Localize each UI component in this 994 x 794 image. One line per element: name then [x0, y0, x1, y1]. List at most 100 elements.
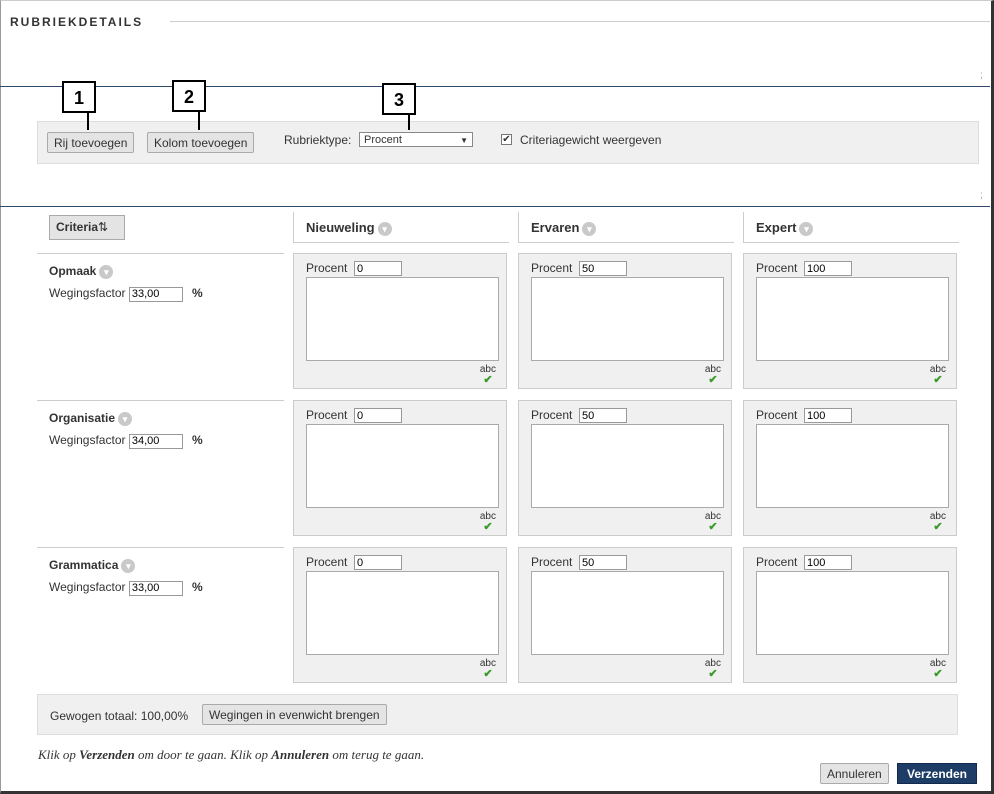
submit-button[interactable]: Verzenden	[897, 763, 977, 784]
hint-text: om door te gaan. Klik op	[134, 747, 272, 762]
percent-input[interactable]	[579, 555, 627, 570]
cell-label: Procent	[306, 555, 348, 569]
percent-input[interactable]	[354, 261, 402, 276]
weight-row: Wegingsfactor	[49, 286, 183, 302]
percent-input[interactable]	[579, 261, 627, 276]
spellcheck-icon[interactable]: abc ✔	[705, 659, 721, 680]
criterion-name[interactable]: Opmaak ▾	[49, 264, 114, 279]
title-divider	[170, 21, 990, 22]
weighted-total-value: 100,00%	[140, 709, 189, 723]
rubric-type-select[interactable]: Procent ▼	[359, 132, 473, 147]
cell-label: Procent	[306, 408, 348, 422]
column-header-1[interactable]: Ervaren ▾	[531, 220, 597, 236]
description-textarea[interactable]	[531, 424, 724, 508]
spellcheck-icon[interactable]: abc ✔	[930, 365, 946, 386]
chevron-down-icon[interactable]: ▾	[99, 264, 114, 279]
weight-input[interactable]	[128, 580, 183, 596]
callout-3-pointer	[408, 114, 410, 130]
rubric-type-value: Procent	[364, 134, 402, 146]
description-textarea[interactable]	[306, 277, 499, 361]
rubric-cell: Procent abc✔	[518, 547, 732, 683]
column-divider	[293, 212, 294, 242]
chevron-down-icon[interactable]: ▾	[121, 558, 136, 573]
rubric-cell: Procent abc✔	[293, 253, 507, 389]
spellcheck-icon[interactable]: abc ✔	[480, 659, 496, 680]
weighted-total: Gewogen totaal: 100,00%	[50, 709, 188, 723]
cell-label: Procent	[531, 555, 573, 569]
section-title: RUBRIEKDETAILS	[10, 15, 144, 29]
row-divider	[37, 253, 284, 254]
chevron-down-icon[interactable]: ▾	[377, 221, 392, 236]
criteria-sort-button[interactable]: Criteria⇅	[49, 215, 125, 240]
column-header-0[interactable]: Nieuweling ▾	[306, 220, 392, 236]
percent-input[interactable]	[579, 408, 627, 423]
percent-sign: %	[192, 286, 203, 300]
column-header-2[interactable]: Expert ▾	[756, 220, 814, 236]
rubric-cell: Procent abc✔	[293, 547, 507, 683]
row-divider	[37, 547, 284, 548]
rubric-cell: Procent abc✔	[518, 253, 732, 389]
add-row-button[interactable]: Rij toevoegen	[47, 132, 135, 153]
description-textarea[interactable]	[531, 277, 724, 361]
weight-label: Wegingsfactor	[49, 580, 126, 594]
column-underline	[293, 242, 509, 243]
instruction-text: Klik op Verzenden om door te gaan. Klik …	[38, 747, 424, 763]
show-weight-label: Criteriagewicht weergeven	[520, 133, 662, 147]
column-title: Nieuweling	[306, 220, 375, 235]
dropdown-arrow-icon: ▼	[460, 136, 468, 145]
spellcheck-icon[interactable]: abc ✔	[930, 512, 946, 533]
chevron-down-icon[interactable]: ▾	[799, 221, 814, 236]
spellcheck-icon[interactable]: abc ✔	[930, 659, 946, 680]
hint-cancel: Annuleren	[271, 747, 330, 762]
weight-input[interactable]	[128, 433, 183, 449]
rubric-cell: Procent abc✔	[743, 253, 957, 389]
callout-3: 3	[382, 83, 416, 115]
percent-input[interactable]	[354, 555, 402, 570]
percent-input[interactable]	[804, 261, 852, 276]
weight-input[interactable]	[128, 286, 183, 302]
callout-1: 1	[62, 81, 96, 113]
rubric-type-label: Rubriektype:	[284, 133, 352, 147]
spellcheck-icon[interactable]: abc ✔	[705, 365, 721, 386]
cell-label: Procent	[531, 261, 573, 275]
description-textarea[interactable]	[306, 571, 499, 655]
rubric-cell: Procent abc✔	[293, 400, 507, 536]
cell-label: Procent	[756, 408, 798, 422]
callout-2-pointer	[198, 111, 200, 130]
sort-arrows-icon: ⇅	[98, 220, 109, 234]
show-weight-checkbox[interactable]: ✔	[501, 134, 512, 145]
description-textarea[interactable]	[306, 424, 499, 508]
hint-text: Klik op	[38, 747, 80, 762]
cell-label: Procent	[306, 261, 348, 275]
column-title: Expert	[756, 220, 797, 235]
criterion-name[interactable]: Grammatica ▾	[49, 558, 136, 573]
weight-label: Wegingsfactor	[49, 286, 126, 300]
chevron-down-icon[interactable]: ▾	[582, 221, 597, 236]
percent-sign: %	[192, 580, 203, 594]
percent-input[interactable]	[354, 408, 402, 423]
toolbar-top-divider	[0, 86, 990, 87]
weight-row: Wegingsfactor	[49, 433, 183, 449]
callout-1-pointer	[87, 112, 89, 130]
column-title: Ervaren	[531, 220, 580, 235]
percent-input[interactable]	[804, 555, 852, 570]
chevron-down-icon[interactable]: ▾	[118, 411, 133, 426]
rubric-cell: Procent abc✔	[743, 547, 957, 683]
spellcheck-icon[interactable]: abc ✔	[705, 512, 721, 533]
balance-weights-button[interactable]: Wegingen in evenwicht brengen	[202, 704, 387, 725]
percent-sign: %	[192, 433, 203, 447]
percent-input[interactable]	[804, 408, 852, 423]
column-divider	[743, 212, 744, 242]
cancel-button[interactable]: Annuleren	[820, 763, 889, 784]
description-textarea[interactable]	[756, 424, 949, 508]
spellcheck-icon[interactable]: abc ✔	[480, 365, 496, 386]
add-column-button[interactable]: Kolom toevoegen	[147, 132, 255, 153]
description-textarea[interactable]	[756, 571, 949, 655]
spellcheck-icon[interactable]: abc ✔	[480, 512, 496, 533]
description-textarea[interactable]	[531, 571, 724, 655]
description-textarea[interactable]	[756, 277, 949, 361]
row-divider	[37, 400, 284, 401]
divider-tick: ;	[980, 190, 983, 201]
hint-submit: Verzenden	[79, 747, 135, 762]
criterion-name[interactable]: Organisatie ▾	[49, 411, 133, 426]
